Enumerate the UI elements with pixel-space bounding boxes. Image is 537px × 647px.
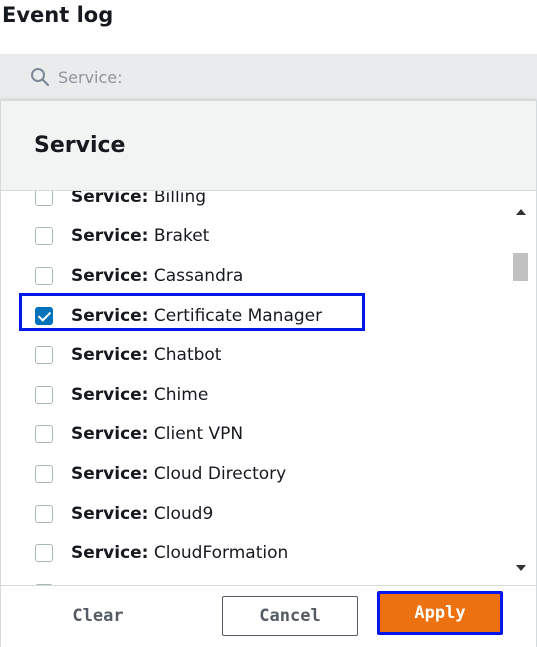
checkbox-checked[interactable] — [35, 306, 53, 325]
service-option-label: Service: Chatbot — [71, 345, 221, 365]
option-name: Cassandra — [153, 265, 244, 286]
search-bar[interactable] — [0, 54, 537, 100]
service-option[interactable]: Service: Client VPN — [1, 415, 501, 455]
service-option[interactable]: Service: Cloud Directory — [1, 454, 501, 494]
apply-button[interactable]: Apply — [377, 591, 503, 635]
option-prefix: Service: — [71, 463, 149, 484]
scrollbar-thumb[interactable] — [513, 253, 528, 281]
checkbox[interactable] — [35, 544, 53, 563]
service-option[interactable]: Service: Cassandra — [1, 256, 501, 296]
scroll-up-arrow-icon[interactable] — [516, 209, 526, 215]
service-option-label: Service: Client VPN — [71, 424, 243, 444]
option-prefix: Service: — [71, 265, 149, 286]
checkbox[interactable] — [35, 191, 53, 206]
dropdown-header: Service — [1, 101, 536, 191]
service-option-label: Service: Braket — [71, 226, 209, 246]
option-prefix: Service: — [71, 384, 149, 405]
service-filter-dropdown: Service Service: Billing Service: Braket S… — [0, 100, 537, 647]
option-prefix: Service: — [71, 424, 149, 445]
checkbox[interactable] — [35, 346, 53, 365]
service-option[interactable]: Service: Certificate Manager — [1, 292, 501, 336]
service-option-label: Service: CloudFormation — [71, 543, 288, 563]
cancel-button[interactable]: Cancel — [222, 596, 358, 636]
search-icon — [31, 68, 50, 87]
checkbox[interactable] — [35, 266, 53, 285]
option-name: Billing — [153, 191, 207, 207]
option-name: CloudFormation — [153, 543, 289, 564]
option-prefix: Service: — [71, 191, 149, 207]
service-option-label: Service: Cassandra — [71, 266, 243, 286]
clear-button[interactable]: Clear — [53, 598, 143, 634]
search-input[interactable] — [58, 67, 358, 87]
dropdown-title: Service — [34, 133, 126, 158]
service-option-label: Service: Cloud9 — [71, 504, 213, 524]
option-name: Cloud9 — [153, 503, 214, 524]
service-option[interactable]: Service: CloudFront — [1, 573, 501, 585]
page-title: Event log — [2, 3, 114, 27]
checkbox[interactable] — [35, 385, 53, 404]
service-option[interactable]: Service: Chime — [1, 375, 501, 415]
service-option[interactable]: Service: CloudFormation — [1, 533, 501, 573]
service-option[interactable]: Service: Cloud9 — [1, 494, 501, 534]
option-name: Chatbot — [153, 345, 222, 366]
checkbox[interactable] — [35, 504, 53, 523]
option-name: Certificate Manager — [153, 305, 323, 326]
service-option-label: Service: Billing — [71, 191, 206, 207]
scrollbar[interactable] — [511, 191, 531, 585]
service-option[interactable]: Service: Billing — [1, 191, 501, 217]
option-name: Cloud Directory — [153, 463, 287, 484]
option-prefix: Service: — [71, 305, 149, 326]
service-option[interactable]: Service: Chatbot — [1, 335, 501, 375]
option-name: Client VPN — [153, 424, 244, 445]
option-name: Braket — [153, 226, 210, 247]
service-option-label: Service: Chime — [71, 385, 208, 405]
checkbox[interactable] — [35, 425, 53, 444]
option-prefix: Service: — [71, 503, 149, 524]
option-prefix: Service: — [71, 226, 149, 247]
option-prefix: Service: — [71, 345, 149, 366]
service-option-label: Service: Certificate Manager — [71, 306, 322, 326]
service-option[interactable]: Service: Braket — [1, 217, 501, 257]
options-list[interactable]: Service: Billing Service: Braket Service: … — [1, 191, 536, 585]
option-name: Chime — [153, 384, 209, 405]
dropdown-footer: Clear Cancel Apply — [1, 585, 536, 647]
option-prefix: Service: — [71, 543, 149, 564]
checkbox[interactable] — [35, 464, 53, 483]
checkbox[interactable] — [35, 227, 53, 246]
service-option-label: Service: Cloud Directory — [71, 464, 286, 484]
scroll-down-arrow-icon[interactable] — [516, 565, 526, 571]
